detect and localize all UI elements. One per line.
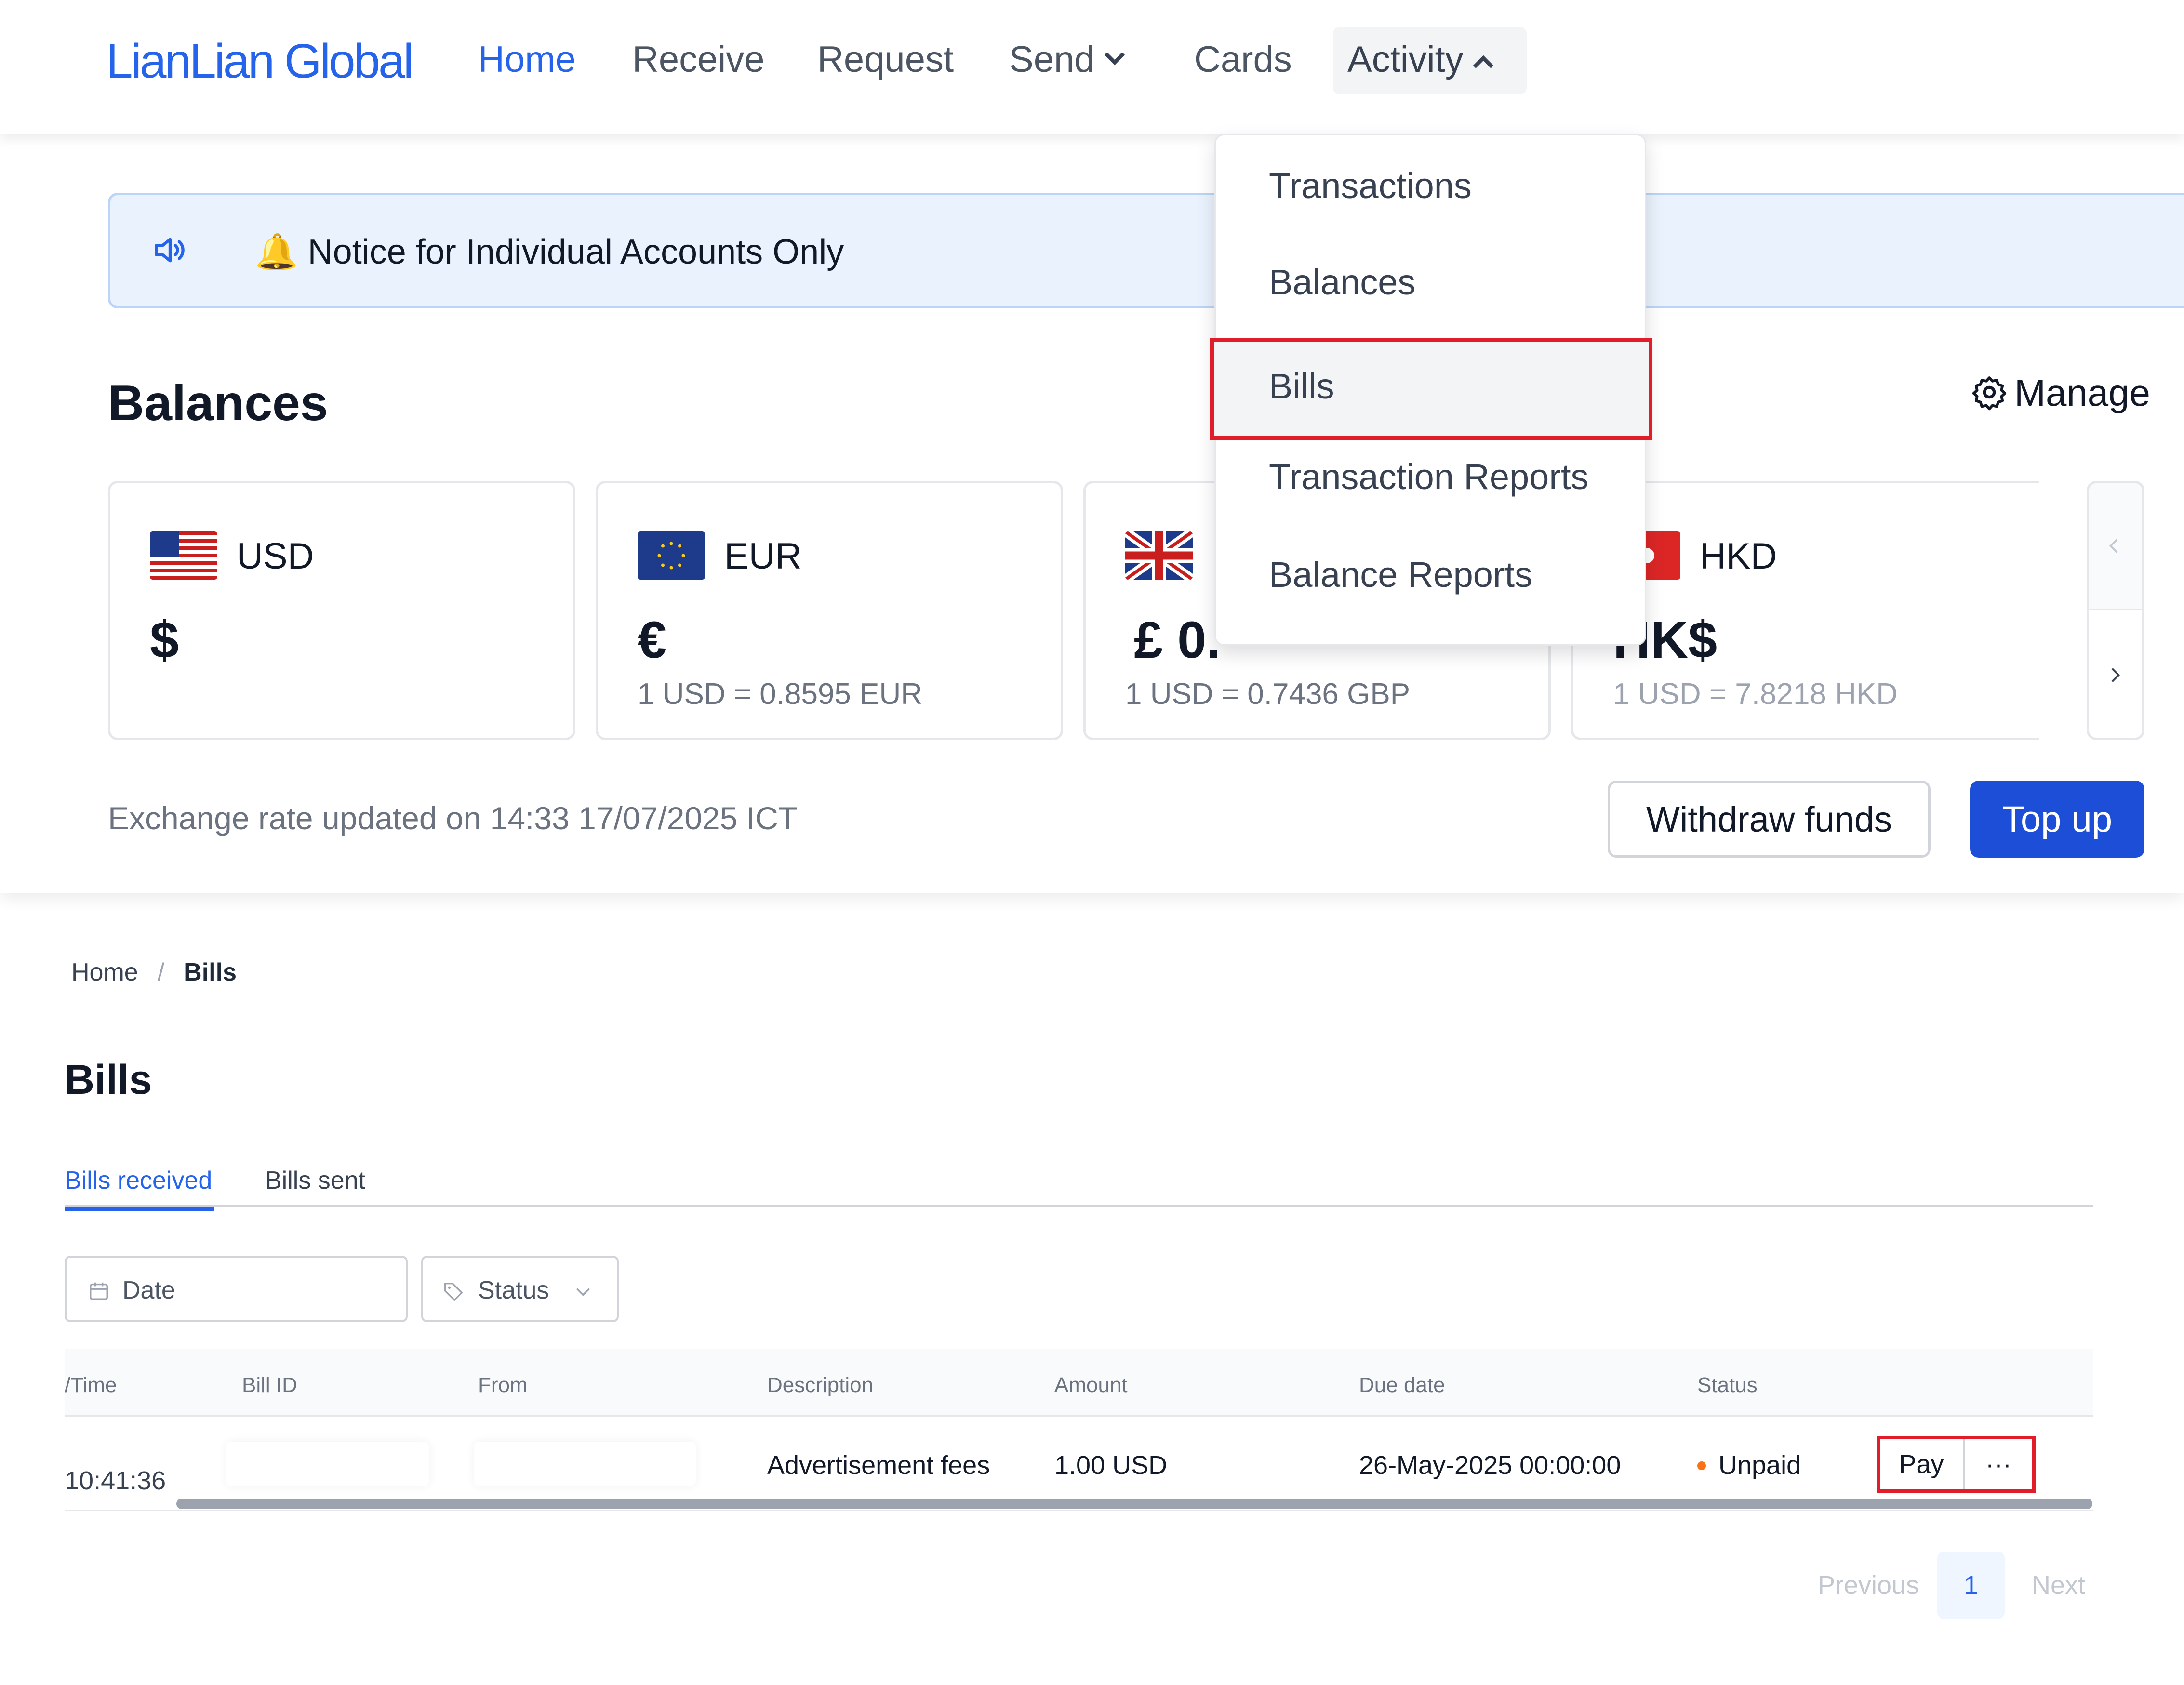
- breadcrumb-current: Bills: [184, 958, 237, 986]
- column-header-description: Description: [767, 1373, 874, 1397]
- balance-amount: £ 0.: [1134, 610, 1221, 669]
- balance-amount: €: [638, 610, 667, 669]
- notice-banner[interactable]: 🔔 Notice for Individual Accounts Only: [108, 193, 2184, 308]
- nav-receive[interactable]: Receive: [632, 39, 765, 80]
- top-navigation-bar: LianLian Global Home Receive Request Sen…: [0, 0, 2184, 134]
- menu-item-bills[interactable]: Bills: [1210, 338, 1652, 440]
- date-filter[interactable]: Date: [65, 1256, 408, 1322]
- us-flag-icon: [150, 531, 217, 580]
- pay-button[interactable]: Pay: [1880, 1439, 1965, 1489]
- column-header-amount: Amount: [1054, 1373, 1128, 1397]
- currency-code: HKD: [1700, 536, 1777, 577]
- withdraw-funds-button[interactable]: Withdraw funds: [1608, 781, 1931, 858]
- status-dot: [1697, 1461, 1706, 1470]
- date-filter-placeholder: Date: [122, 1276, 175, 1304]
- status-filter[interactable]: Status: [421, 1256, 619, 1322]
- menu-item-transactions[interactable]: Transactions: [1216, 138, 1645, 234]
- card-carousel-nav: [2087, 481, 2144, 740]
- status-label: Unpaid: [1718, 1451, 1801, 1480]
- uk-flag-icon: [1125, 531, 1193, 580]
- currency-code: EUR: [724, 536, 802, 577]
- lianlian-logo[interactable]: LianLian Global: [106, 34, 414, 89]
- currency-code: USD: [237, 536, 314, 577]
- tabs-divider: [65, 1205, 2093, 1207]
- column-header-time: /Time: [65, 1373, 117, 1397]
- menu-item-balance-reports[interactable]: Balance Reports: [1216, 527, 1645, 623]
- chevron-right-icon: [2111, 668, 2120, 682]
- chevron-down-icon: [576, 1288, 590, 1296]
- tag-icon: [444, 1282, 463, 1301]
- exchange-rate: 1 USD = 0.8595 EUR: [638, 677, 923, 711]
- breadcrumb-home[interactable]: Home: [71, 958, 138, 986]
- bills-table-header: /Time Bill ID From Description Amount Du…: [65, 1349, 2093, 1417]
- tab-bills-received[interactable]: Bills received: [65, 1166, 212, 1195]
- notice-text: 🔔 Notice for Individual Accounts Only: [255, 233, 844, 271]
- balances-title: Balances: [108, 375, 328, 431]
- cell-description: Advertisement fees: [767, 1451, 990, 1480]
- rate-updated-text: Exchange rate updated on 14:33 17/07/202…: [108, 800, 798, 836]
- carousel-next-button[interactable]: [2089, 610, 2142, 738]
- nav-activity[interactable]: Activity: [1333, 27, 1527, 94]
- balance-amount: $: [150, 610, 179, 669]
- active-tab-indicator: [65, 1207, 214, 1211]
- status-filter-placeholder: Status: [478, 1276, 549, 1304]
- row-actions: Pay ···: [1877, 1436, 2036, 1493]
- exchange-rate: 1 USD = 0.7436 GBP: [1125, 677, 1411, 711]
- gear-icon: [1972, 376, 2007, 411]
- cell-bill-id: [226, 1442, 429, 1486]
- tab-bills-sent[interactable]: Bills sent: [265, 1166, 365, 1195]
- horizontal-scrollbar[interactable]: [176, 1499, 2092, 1509]
- manage-button[interactable]: Manage: [1971, 371, 2150, 415]
- cell-due-date: 26-May-2025 00:00:00: [1359, 1451, 1621, 1480]
- table-row[interactable]: 10:41:36 Advertisement fees 1.00 USD 26-…: [65, 1417, 2093, 1511]
- column-header-from: From: [478, 1373, 528, 1397]
- speaker-icon: [155, 238, 185, 263]
- pagination-next[interactable]: Next: [2032, 1552, 2085, 1619]
- nav-request[interactable]: Request: [817, 39, 954, 80]
- eu-flag-icon: [638, 531, 705, 580]
- column-header-bill-id: Bill ID: [242, 1373, 297, 1397]
- manage-label: Manage: [2014, 371, 2150, 414]
- breadcrumb-separator: /: [157, 958, 165, 986]
- pagination-previous[interactable]: Previous: [1818, 1552, 1919, 1619]
- cell-amount: 1.00 USD: [1054, 1451, 1168, 1480]
- balance-card-eur[interactable]: EUR € 1 USD = 0.8595 EUR: [596, 481, 1063, 740]
- pagination-page-1[interactable]: 1: [1937, 1552, 2005, 1619]
- cell-status: Unpaid: [1697, 1450, 1801, 1480]
- nav-send-label: Send: [1009, 39, 1095, 80]
- carousel-prev-button[interactable]: [2089, 483, 2142, 610]
- exchange-rate: 1 USD = 7.8218 HKD: [1613, 677, 1898, 711]
- chevron-up-icon: [1473, 55, 1493, 76]
- balance-card-usd[interactable]: USD $: [108, 481, 575, 740]
- chevron-left-icon: [2109, 539, 2118, 553]
- top-up-button[interactable]: Top up: [1970, 781, 2144, 858]
- column-header-status: Status: [1697, 1373, 1758, 1397]
- cell-time: 10:41:36: [65, 1466, 166, 1495]
- cell-from: [474, 1442, 696, 1486]
- calendar-icon: [90, 1282, 108, 1300]
- nav-home[interactable]: Home: [478, 39, 576, 80]
- nav-activity-label: Activity: [1347, 39, 1464, 80]
- activity-dropdown-menu: Transactions Balances Bills Transaction …: [1210, 134, 1652, 646]
- nav-cards[interactable]: Cards: [1194, 39, 1292, 80]
- breadcrumb: Home / Bills: [71, 958, 237, 987]
- column-header-due-date: Due date: [1359, 1373, 1445, 1397]
- nav-send[interactable]: Send: [1009, 39, 1125, 80]
- menu-item-balances[interactable]: Balances: [1216, 234, 1645, 331]
- chevron-down-icon: [1104, 44, 1125, 66]
- menu-item-transaction-reports[interactable]: Transaction Reports: [1216, 429, 1645, 525]
- page-title: Bills: [65, 1057, 152, 1103]
- more-options-button[interactable]: ···: [1965, 1439, 2032, 1489]
